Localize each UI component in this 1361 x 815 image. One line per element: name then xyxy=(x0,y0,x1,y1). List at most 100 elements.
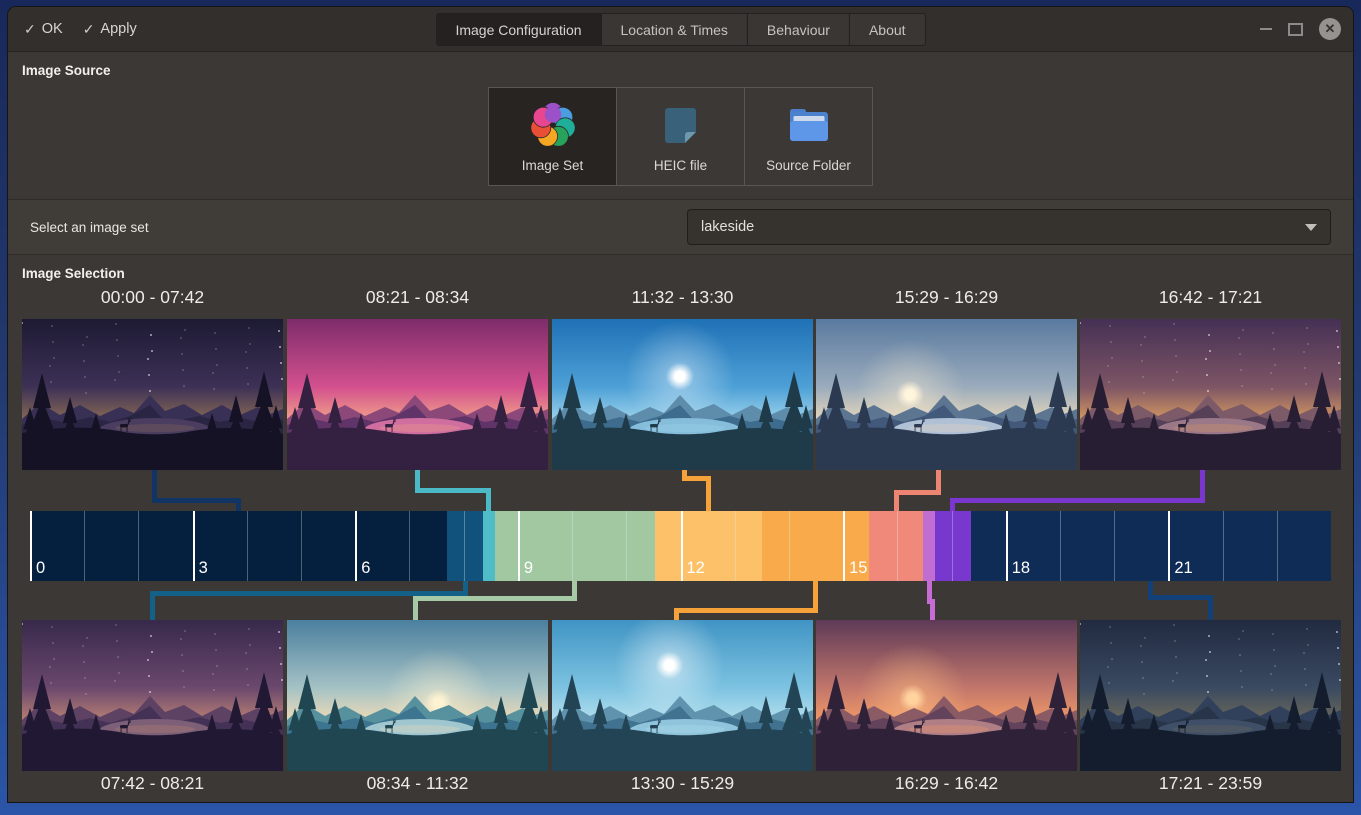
tab-location-times[interactable]: Location & Times xyxy=(601,13,747,46)
timeline-connector xyxy=(894,490,941,495)
image-set-dropdown[interactable]: lakeside xyxy=(687,209,1331,245)
image-time-label: 08:34 - 11:32 xyxy=(287,773,548,794)
app-window: ✓ OK ✓ Apply Image Configuration Locatio… xyxy=(8,7,1353,802)
wallpaper-thumbnail[interactable] xyxy=(816,319,1077,470)
heic-file-icon xyxy=(657,101,705,149)
timeline-connector xyxy=(415,488,491,493)
image-set-dropdown-value: lakeside xyxy=(701,219,754,235)
tab-about[interactable]: About xyxy=(849,13,926,46)
thumbnail-scene xyxy=(287,620,548,771)
wallpaper-thumbnail[interactable] xyxy=(22,319,283,470)
maximize-button[interactable] xyxy=(1288,23,1303,36)
timeline-hour-label: 18 xyxy=(1012,559,1030,578)
tab-image-configuration[interactable]: Image Configuration xyxy=(435,13,600,46)
titlebar-actions: ✓ OK ✓ Apply xyxy=(24,21,137,38)
timeline-connector xyxy=(950,498,955,511)
source-type-label: HEIC file xyxy=(654,158,707,173)
timeline-segment[interactable] xyxy=(447,511,482,581)
timeline-connector xyxy=(674,608,818,613)
thumbnail-scene xyxy=(287,319,548,470)
image-time-label: 07:42 - 08:21 xyxy=(22,773,283,794)
wallpaper-thumbnail[interactable] xyxy=(816,620,1077,771)
timeline-connector xyxy=(950,498,1205,503)
timeline-hour-tick xyxy=(464,511,465,581)
timeline-hour-label: 9 xyxy=(524,559,533,578)
timeline-segment[interactable] xyxy=(869,511,923,581)
timeline-segment[interactable] xyxy=(935,511,970,581)
timeline-segment[interactable] xyxy=(30,511,447,581)
timeline-hour-tick xyxy=(843,511,845,581)
image-time-label: 08:21 - 08:34 xyxy=(287,287,548,308)
wallpaper-thumbnail[interactable] xyxy=(1080,620,1341,771)
timeline-segment[interactable] xyxy=(923,511,935,581)
timeline-hour-tick xyxy=(1006,511,1008,581)
source-type-group: Image Set HEIC file Source Folder xyxy=(8,87,1353,186)
image-set-pinwheel-icon xyxy=(529,101,577,149)
source-type-label: Source Folder xyxy=(766,158,851,173)
image-set-select-row: Select an image set lakeside xyxy=(8,199,1353,255)
timeline-connector xyxy=(152,498,241,503)
timeline-hour-tick xyxy=(789,511,790,581)
window-controls: ✕ xyxy=(1260,7,1341,51)
ok-button[interactable]: ✓ OK xyxy=(24,21,63,38)
timeline-hour-tick xyxy=(1114,511,1115,581)
timeline-connector xyxy=(930,599,935,620)
timeline-connector xyxy=(1148,595,1213,600)
source-type-image-set[interactable]: Image Set xyxy=(488,87,617,186)
timeline-hour-tick xyxy=(247,511,248,581)
source-folder-icon xyxy=(785,101,833,149)
image-selection-canvas: 00:00 - 07:4208:21 - 08:3411:32 - 13:301… xyxy=(8,287,1353,802)
timeline-bar: 036912151821 xyxy=(30,511,1331,581)
timeline-connector xyxy=(674,608,679,620)
timeline-hour-tick xyxy=(572,511,573,581)
check-icon: ✓ xyxy=(83,21,95,38)
image-time-label: 11:32 - 13:30 xyxy=(552,287,813,308)
image-time-label: 17:21 - 23:59 xyxy=(1080,773,1341,794)
wallpaper-thumbnail[interactable] xyxy=(1080,319,1341,470)
image-time-label: 16:29 - 16:42 xyxy=(816,773,1077,794)
thumbnail-scene xyxy=(22,620,283,771)
timeline-connector xyxy=(150,591,155,620)
timeline-hour-tick xyxy=(1223,511,1224,581)
timeline-connector xyxy=(894,490,899,511)
close-button[interactable]: ✕ xyxy=(1319,18,1341,40)
wallpaper-thumbnail[interactable] xyxy=(552,620,813,771)
apply-button[interactable]: ✓ Apply xyxy=(83,21,137,38)
timeline-segment[interactable] xyxy=(483,511,495,581)
timeline-hour-label: 15 xyxy=(849,559,867,578)
timeline-hour-tick xyxy=(1060,511,1061,581)
timeline-hour-tick xyxy=(193,511,195,581)
source-type-source-folder[interactable]: Source Folder xyxy=(745,87,873,186)
source-type-heic-file[interactable]: HEIC file xyxy=(617,87,745,186)
image-selection-header: Image Selection xyxy=(8,255,1353,287)
titlebar: ✓ OK ✓ Apply Image Configuration Locatio… xyxy=(8,7,1353,52)
timeline-hour-tick xyxy=(1168,511,1170,581)
timeline-hour-tick xyxy=(138,511,139,581)
timeline-hour-label: 0 xyxy=(36,559,45,578)
thumbnail-scene xyxy=(1080,319,1341,470)
image-time-label: 00:00 - 07:42 xyxy=(22,287,283,308)
tab-behaviour[interactable]: Behaviour xyxy=(747,13,849,46)
image-time-label: 16:42 - 17:21 xyxy=(1080,287,1341,308)
check-icon: ✓ xyxy=(24,21,36,38)
wallpaper-thumbnail[interactable] xyxy=(287,319,548,470)
wallpaper-thumbnail[interactable] xyxy=(22,620,283,771)
thumbnail-scene xyxy=(816,620,1077,771)
timeline-segment[interactable] xyxy=(655,511,762,581)
image-time-label: 15:29 - 16:29 xyxy=(816,287,1077,308)
thumbnail-scene xyxy=(22,319,283,470)
timeline-connector xyxy=(236,498,241,511)
source-type-label: Image Set xyxy=(522,158,584,173)
thumbnail-scene xyxy=(552,319,813,470)
timeline-hour-label: 3 xyxy=(199,559,208,578)
timeline-hour-tick xyxy=(409,511,410,581)
timeline-connector xyxy=(1208,595,1213,620)
timeline-hour-tick xyxy=(735,511,736,581)
thumbnail-scene xyxy=(1080,620,1341,771)
minimize-button[interactable] xyxy=(1260,28,1272,30)
wallpaper-thumbnail[interactable] xyxy=(552,319,813,470)
wallpaper-thumbnail[interactable] xyxy=(287,620,548,771)
timeline-hour-tick xyxy=(952,511,953,581)
titlebar-tabs: Image Configuration Location & Times Beh… xyxy=(435,13,925,46)
timeline-connector xyxy=(486,488,491,511)
